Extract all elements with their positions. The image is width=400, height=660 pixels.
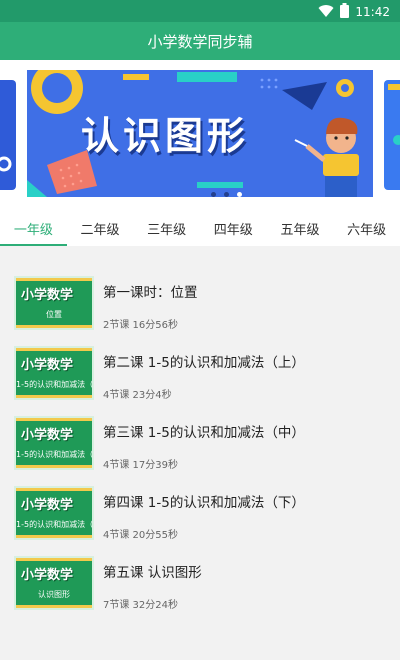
thumbnail-title: 小学数学 (21, 498, 74, 513)
thumbnail-title: 小学数学 (21, 428, 74, 443)
thumbnail-subtitle: 1-5的认识和加减法（中） (16, 450, 92, 459)
lesson-meta: 4节课 17分39秒 (103, 460, 178, 471)
lesson-meta: 7节课 32分24秒 (103, 600, 178, 611)
lesson-title: 第二课 1-5的认识和加减法（上） (103, 355, 305, 371)
lesson-item[interactable]: 小学数学 认识图形 第五课 认识图形 7节课 32分24秒 (0, 556, 400, 616)
lesson-item[interactable]: 小学数学 1-5的认识和加减法（上） 第二课 1-5的认识和加减法（上） 4节课… (0, 346, 400, 406)
wifi-icon (318, 4, 334, 21)
next-banner-peek[interactable] (384, 80, 400, 190)
lesson-title: 第三课 1-5的认识和加减法（中） (103, 425, 305, 441)
lesson-thumbnail: 小学数学 位置 (14, 276, 94, 330)
lesson-item[interactable]: 小学数学 1-5的认识和加减法（中） 第三课 1-5的认识和加减法（中） 4节课… (0, 416, 400, 476)
lesson-item[interactable]: 小学数学 位置 第一课时：位置 2节课 16分56秒 (0, 276, 400, 336)
status-icons: 11:42 (318, 3, 390, 21)
thumbnail-subtitle: 位置 (46, 310, 62, 319)
status-time: 11:42 (355, 5, 390, 19)
lesson-item[interactable]: 小学数学 1-5的认识和加减法（下） 第四课 1-5的认识和加减法（下） 4节课… (0, 486, 400, 546)
battery-icon (340, 3, 350, 21)
status-bar: 11:42 (0, 0, 400, 22)
app-bar: 小学数学同步辅 (0, 22, 400, 60)
lesson-title: 第五课 认识图形 (103, 565, 202, 581)
previous-banner-peek[interactable] (0, 80, 16, 190)
lesson-thumbnail: 小学数学 1-5的认识和加减法（中） (14, 416, 94, 470)
thumbnail-subtitle: 认识图形 (38, 590, 70, 599)
banner-carousel[interactable]: 认识图形 (0, 60, 400, 210)
thumbnail-subtitle: 1-5的认识和加减法（下） (16, 520, 92, 529)
banner-image[interactable]: 认识图形 (27, 70, 373, 197)
thumbnail-title: 小学数学 (21, 358, 74, 373)
lesson-meta: 2节课 16分56秒 (103, 320, 178, 331)
lesson-meta: 4节课 20分55秒 (103, 530, 178, 541)
tab-grade-2[interactable]: 二年级 (67, 210, 134, 246)
thumbnail-title: 小学数学 (21, 288, 74, 303)
banner-title: 认识图形 (81, 114, 250, 158)
tab-grade-3[interactable]: 三年级 (133, 210, 200, 246)
lesson-meta: 4节课 23分4秒 (103, 390, 172, 401)
thumbnail-subtitle: 1-5的认识和加减法（上） (16, 380, 92, 389)
carousel-dot[interactable] (211, 192, 216, 197)
tab-grade-6[interactable]: 六年级 (333, 210, 400, 246)
tab-grade-4[interactable]: 四年级 (200, 210, 267, 246)
lesson-thumbnail: 小学数学 1-5的认识和加减法（下） (14, 486, 94, 540)
thumbnail-title: 小学数学 (21, 568, 74, 583)
lesson-thumbnail: 小学数学 认识图形 (14, 556, 94, 610)
grade-tabs: 一年级 二年级 三年级 四年级 五年级 六年级 (0, 210, 400, 246)
carousel-dot[interactable] (224, 192, 229, 197)
tab-grade-1[interactable]: 一年级 (0, 210, 67, 246)
carousel-indicators (211, 192, 242, 197)
app-title: 小学数学同步辅 (147, 32, 253, 51)
tab-grade-5[interactable]: 五年级 (267, 210, 334, 246)
lesson-title: 第四课 1-5的认识和加减法（下） (103, 495, 305, 511)
carousel-dot-active[interactable] (237, 192, 242, 197)
lesson-title: 第一课时：位置 (103, 285, 198, 301)
lesson-thumbnail: 小学数学 1-5的认识和加减法（上） (14, 346, 94, 400)
